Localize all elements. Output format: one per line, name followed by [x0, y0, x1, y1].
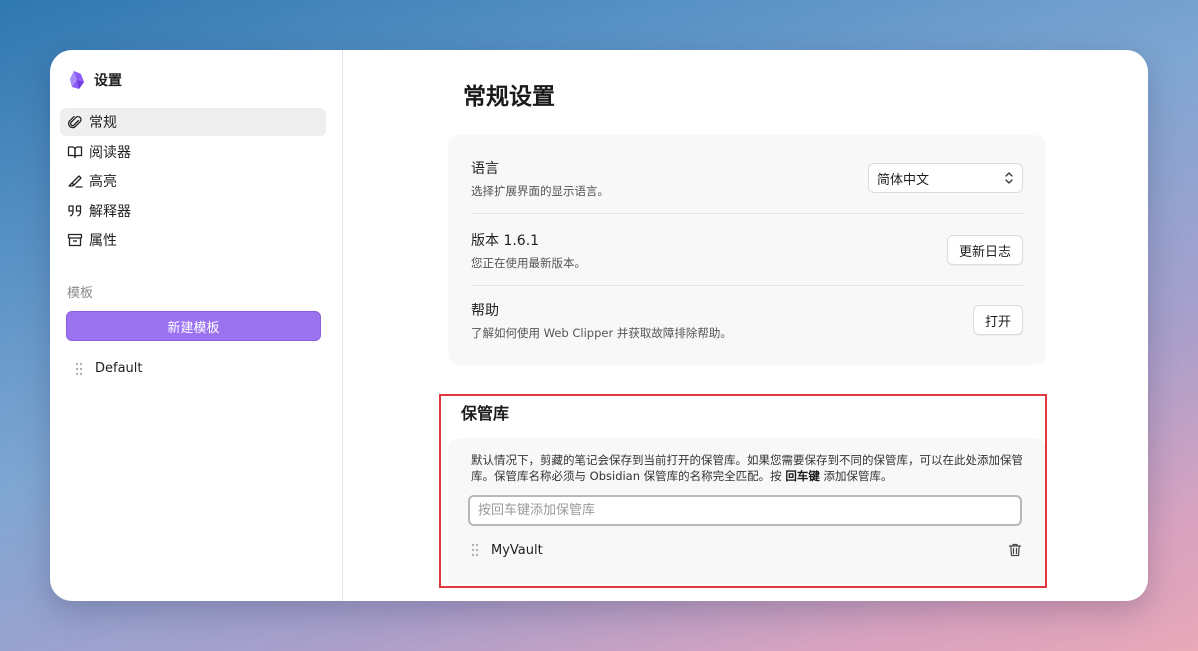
sidebar-item-general[interactable]: 常规	[60, 108, 326, 136]
sidebar-item-label: 阅读器	[89, 144, 131, 161]
language-select[interactable]: 简体中文	[868, 163, 1023, 193]
sidebar-item-label: 高亮	[89, 174, 117, 190]
template-name: Default	[95, 361, 143, 376]
main-content: 常规设置 语言 选择扩展界面的显示语言。 简体中文 版本 1.6.1 您正在使用…	[343, 50, 1148, 601]
paperclip-icon	[67, 114, 83, 130]
obsidian-logo-icon	[70, 71, 84, 89]
open-help-button[interactable]: 打开	[972, 305, 1023, 335]
setting-name: 版本 1.6.1	[471, 232, 540, 249]
page-title: 常规设置	[463, 84, 555, 110]
sidebar-item-label: 常规	[89, 115, 117, 131]
template-list-item[interactable]: Default	[75, 361, 326, 376]
sidebar-item-label: 属性	[89, 233, 117, 249]
general-settings-card: 语言 选择扩展界面的显示语言。 简体中文 版本 1.6.1 您正在使用最新版本。…	[448, 135, 1046, 365]
quote-icon	[67, 203, 83, 219]
sidebar-item-highlight[interactable]: 高亮	[60, 167, 326, 195]
changelog-button[interactable]: 更新日志	[946, 235, 1023, 265]
templates-section-label: 模板	[67, 286, 94, 301]
sidebar-item-interpreter[interactable]: 解释器	[60, 197, 326, 225]
setting-desc: 选择扩展界面的显示语言。	[471, 183, 609, 198]
setting-version: 版本 1.6.1 您正在使用最新版本。 更新日志	[471, 215, 1023, 286]
sidebar: 设置 常规 阅读器 高亮 解释器 属性 模板 新建模板 Default	[50, 50, 343, 601]
setting-name: 帮助	[471, 302, 499, 319]
app-title: 设置	[68, 68, 326, 92]
archive-icon	[67, 232, 83, 248]
setting-help: 帮助 了解如何使用 Web Clipper 并获取故障排除帮助。 打开	[471, 285, 1023, 355]
sidebar-item-label: 解释器	[89, 203, 131, 220]
sidebar-item-reader[interactable]: 阅读器	[60, 138, 326, 166]
highlighter-icon	[67, 173, 83, 189]
settings-window: 设置 常规 阅读器 高亮 解释器 属性 模板 新建模板 Default 常规设置…	[50, 50, 1148, 601]
vaults-highlight-outline	[439, 394, 1047, 588]
chevron-up-down-icon	[1005, 172, 1013, 184]
setting-language: 语言 选择扩展界面的显示语言。 简体中文	[471, 143, 1023, 214]
book-icon	[67, 144, 83, 160]
language-select-value: 简体中文	[877, 172, 930, 188]
setting-name: 语言	[471, 160, 499, 177]
setting-desc: 您正在使用最新版本。	[471, 255, 586, 270]
app-title-text: 设置	[94, 73, 122, 89]
drag-handle-icon[interactable]	[75, 362, 83, 376]
setting-desc: 了解如何使用 Web Clipper 并获取故障排除帮助。	[471, 325, 732, 340]
new-template-button[interactable]: 新建模板	[66, 311, 321, 341]
sidebar-item-properties[interactable]: 属性	[60, 226, 326, 254]
